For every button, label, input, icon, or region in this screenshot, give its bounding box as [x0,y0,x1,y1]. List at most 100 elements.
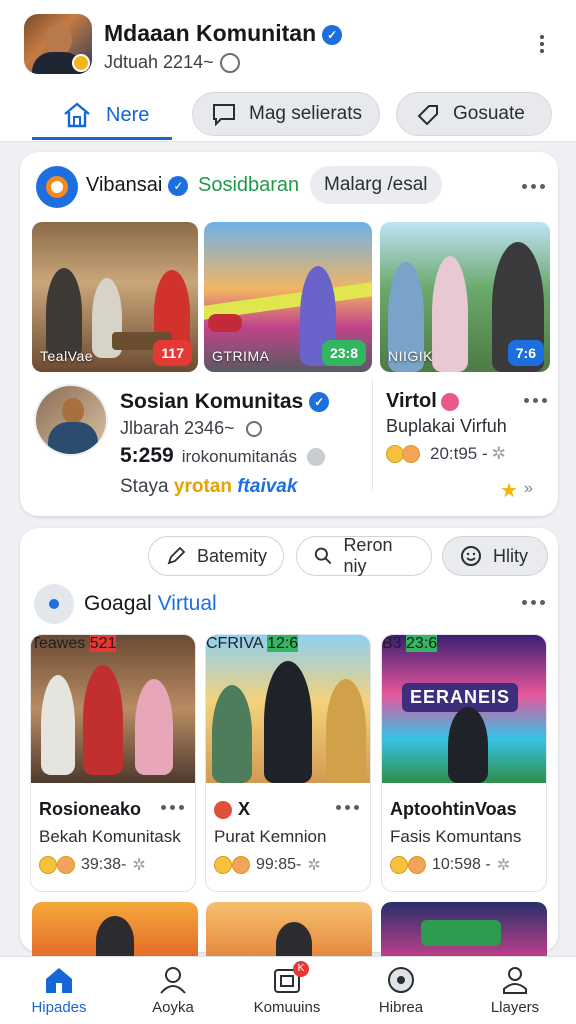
reaction-icon [57,856,75,874]
video-more-icon[interactable] [336,805,360,813]
home-icon [64,102,90,128]
home-icon [43,965,75,995]
thumb-caption: GTRIMA [212,348,270,364]
video-more-icon[interactable] [161,805,185,813]
nav-item-profile[interactable]: Llayers [460,965,570,1016]
post-stat-text: irokonumitanás [181,447,297,466]
post-tag-yellow[interactable]: yrotan [174,476,232,497]
star-icon[interactable]: ★ [500,478,518,503]
post-author-name[interactable]: Sosian Komunitas ✓ [120,390,330,414]
video-thumbnail[interactable]: NIIGIK 7:6 [380,222,550,372]
video-title-text: X [238,799,251,819]
video-card[interactable]: CFRIVA 12:6 X Purat Kemnion 99:85- ✲ [205,634,371,892]
group-logo-icon[interactable] [36,166,78,208]
filter-label: Batemity [196,545,267,566]
group-name[interactable]: Goagal Virtual [84,592,217,616]
post-tag-prefix: Staya [120,476,169,497]
page-title-text: Mdaaan Komunitan [104,20,317,46]
group-card: Batemity Reron niy Hlity Goagal Virtual … [20,528,558,952]
nav-item-label: Hipades [31,999,87,1016]
video-thumbnail[interactable]: TealVae 117 [32,222,198,372]
page-subtitle-text: Jdtuah 2214~ [104,52,214,72]
video-title[interactable]: Rosioneako [39,799,141,820]
thumb-count-badge: 7:6 [507,340,544,366]
tag-icon [417,105,438,126]
group-name-text: Goagal [84,592,152,615]
video-card[interactable]: EERANEIS B3 23:6 AptoohtinVoas Fasis Kom… [381,634,547,892]
thumb-figure [212,685,252,783]
filter-chip[interactable]: Reron niy [296,535,432,576]
side-post-subtitle: Buplakai Virfuh [386,416,507,436]
avatar-body [48,422,98,454]
nav-item-library[interactable]: Hibrea [346,965,456,1016]
group-logo-icon[interactable] [34,584,74,624]
reaction-icon [39,856,57,874]
post-tag-blue[interactable]: ftaivak [237,476,297,497]
side-more-icon[interactable] [524,398,548,406]
group-name[interactable]: Vibansai ✓ [86,174,189,197]
nav-item-label: Komuuins [253,999,321,1016]
video-thumbnail[interactable]: EERANEIS B3 23:6 [382,635,546,783]
group-more-icon[interactable] [522,600,546,608]
nav-item-label: Aoyka [152,999,194,1016]
pencil-icon [167,546,186,565]
reaction-icon [390,856,408,874]
tab-tags[interactable]: Gosuate [396,92,552,136]
info-icon[interactable] [307,447,325,466]
group-category[interactable]: Sosidbaran [198,174,299,197]
filter-label: Reron niy [343,535,393,576]
post-stats: 5:259 irokonumitanás [120,444,325,468]
video-thumbnail[interactable]: CFRIVA 12:6 [206,635,370,783]
nav-item-home[interactable]: Hipades [4,965,114,1016]
video-thumbnail[interactable]: GTRIMA 23:8 [204,222,372,372]
thumb-sign [421,920,501,946]
nav-item-people[interactable]: Aoyka [118,965,228,1016]
tab-home[interactable]: Nere [32,92,172,140]
post-handle: Jlbarah 2346~ [120,418,262,439]
search-icon [314,547,332,565]
community-icon: K [271,961,309,995]
thumb-caption: CFRIVA [206,635,263,652]
side-post-title[interactable]: Virtol [386,390,459,413]
tab-messages[interactable]: Mag selierats [192,92,380,136]
thumb-count-badge: 23:8 [321,340,366,366]
page-title: Mdaaan Komunitan ✓ [104,20,343,47]
video-thumbnail[interactable]: Teawes 521 [31,635,195,783]
filter-chip[interactable]: Hlity [442,536,548,576]
tab-messages-label: Mag selierats [249,103,362,124]
video-thumbnail[interactable] [381,902,547,958]
nav-item-community[interactable]: K Komuuins [232,961,342,1016]
thumb-figure [41,675,75,775]
thumb-figure [46,268,82,358]
reaction-icon [214,856,232,874]
thumb-figure [326,679,366,783]
app-header: Mdaaan Komunitan ✓ Jdtuah 2214~ Nere Mag … [0,0,576,142]
post-author-avatar[interactable] [34,384,108,456]
sparkle-icon: ✲ [491,444,506,463]
active-tab-indicator [32,137,172,140]
emoji-icon [440,392,459,411]
thumb-count-badge: 12:6 [267,635,299,652]
chevron-right-icon[interactable]: » [524,480,533,498]
video-title[interactable]: X [214,799,250,820]
video-thumbnail[interactable] [206,902,372,958]
more-options-icon[interactable] [532,32,552,60]
video-title[interactable]: AptoohtinVoas [390,799,517,820]
status-badge [72,54,90,72]
profile-avatar[interactable] [24,14,92,74]
video-thumbnail[interactable] [32,902,198,958]
avatar-face [62,398,84,424]
group-chip[interactable]: Malarg /esal [310,166,442,204]
thumb-caption: Teawes [31,635,86,652]
filter-chip[interactable]: Batemity [148,536,284,576]
video-meta-text: 39:38- [81,856,127,873]
video-meta-text: 99:85- [256,856,302,873]
video-channel: Fasis Komuntans [390,827,522,846]
group-more-icon[interactable] [522,184,546,192]
thumb-figure [83,665,123,775]
notification-badge: K [293,961,309,977]
thumb-caption: TealVae [40,348,94,364]
tab-tags-label: Gosuate [453,103,525,124]
video-card[interactable]: Teawes 521 Rosioneako Bekah Komunitask 3… [30,634,196,892]
sparkle-icon: ✲ [496,857,511,874]
